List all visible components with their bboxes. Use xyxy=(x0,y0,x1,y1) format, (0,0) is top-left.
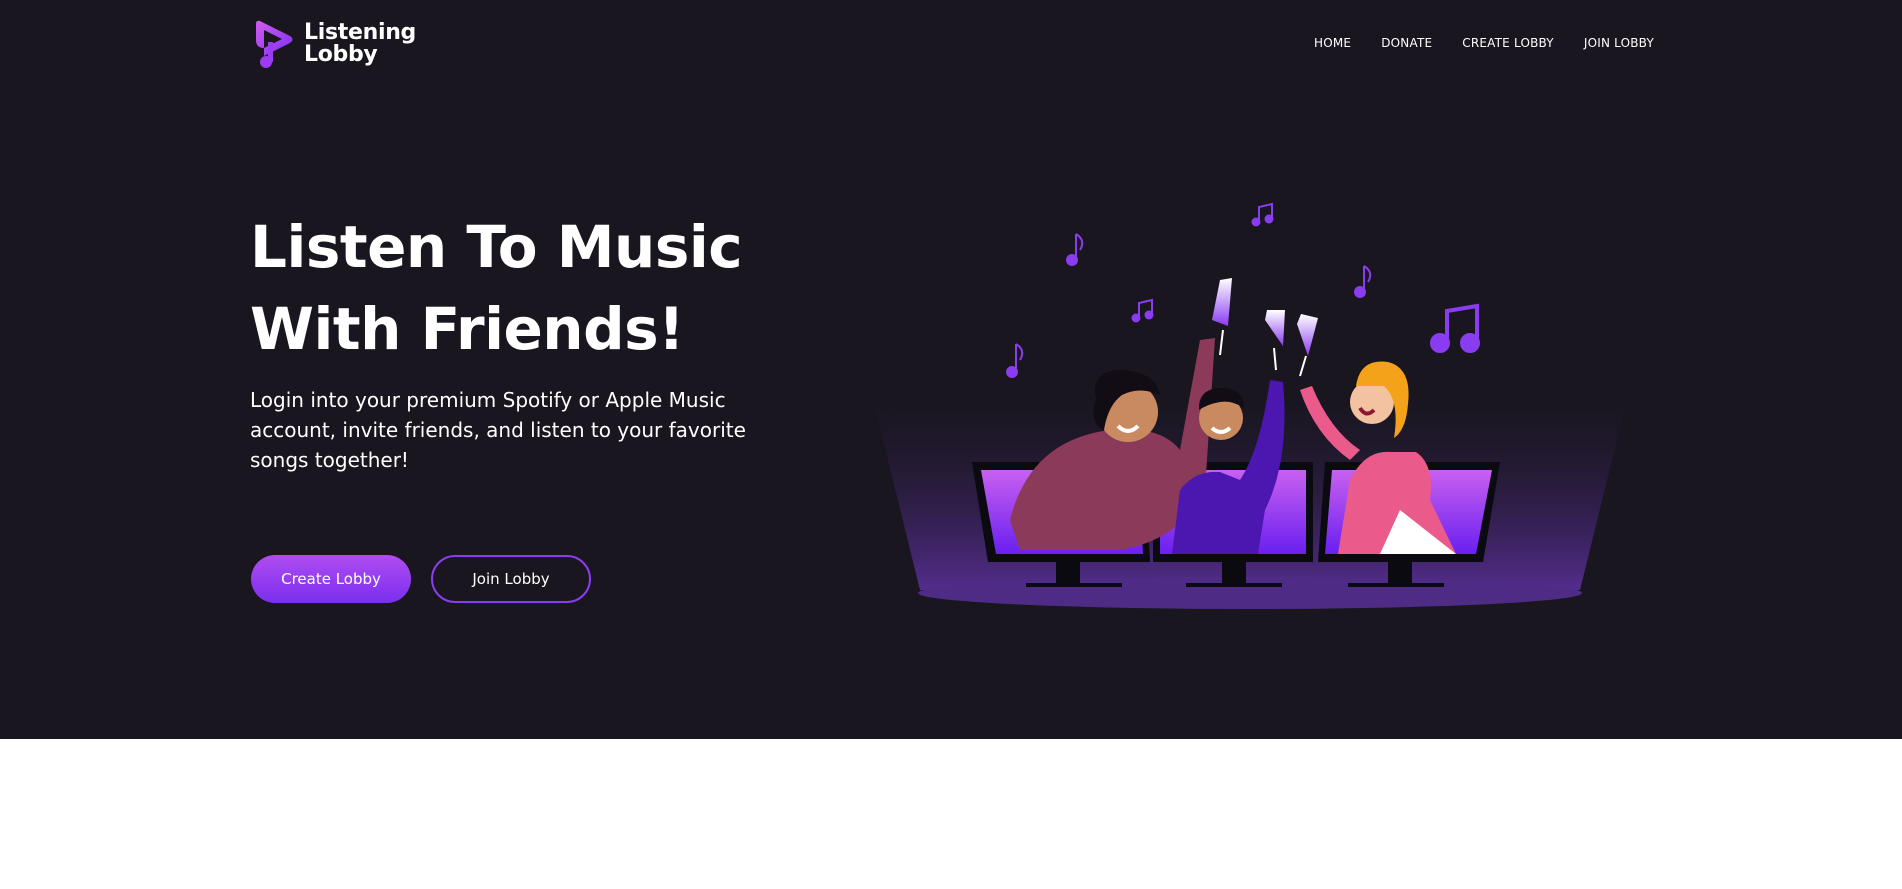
nav-donate[interactable]: DONATE xyxy=(1381,36,1432,50)
hero-headline: Listen To Music With Friends! xyxy=(250,206,810,370)
nav-create-lobby[interactable]: CREATE LOBBY xyxy=(1462,36,1554,50)
main-nav: HOME DONATE CREATE LOBBY JOIN LOBBY xyxy=(1314,36,1654,50)
join-lobby-button[interactable]: Join Lobby xyxy=(431,555,591,603)
nav-home[interactable]: HOME xyxy=(1314,36,1351,50)
logo[interactable]: Listening Lobby xyxy=(250,18,416,70)
friends-toasting-illustration xyxy=(867,202,1633,609)
logo-text-line2: Lobby xyxy=(304,42,378,67)
hero-headline-line1: Listen To Music xyxy=(250,213,743,281)
hero-subtitle: Login into your premium Spotify or Apple… xyxy=(250,388,746,472)
hero-headline-line2: With Friends! xyxy=(250,295,685,363)
hero-section: Listening Lobby HOME DONATE CREATE LOBBY… xyxy=(0,0,1902,739)
create-lobby-button[interactable]: Create Lobby xyxy=(251,555,411,603)
logo-icon xyxy=(256,20,293,68)
logo-wordmark: Listening Lobby xyxy=(304,22,416,66)
logo-text-line1: Listening xyxy=(304,20,417,45)
below-fold-area xyxy=(0,739,1902,889)
nav-join-lobby[interactable]: JOIN LOBBY xyxy=(1584,36,1654,50)
